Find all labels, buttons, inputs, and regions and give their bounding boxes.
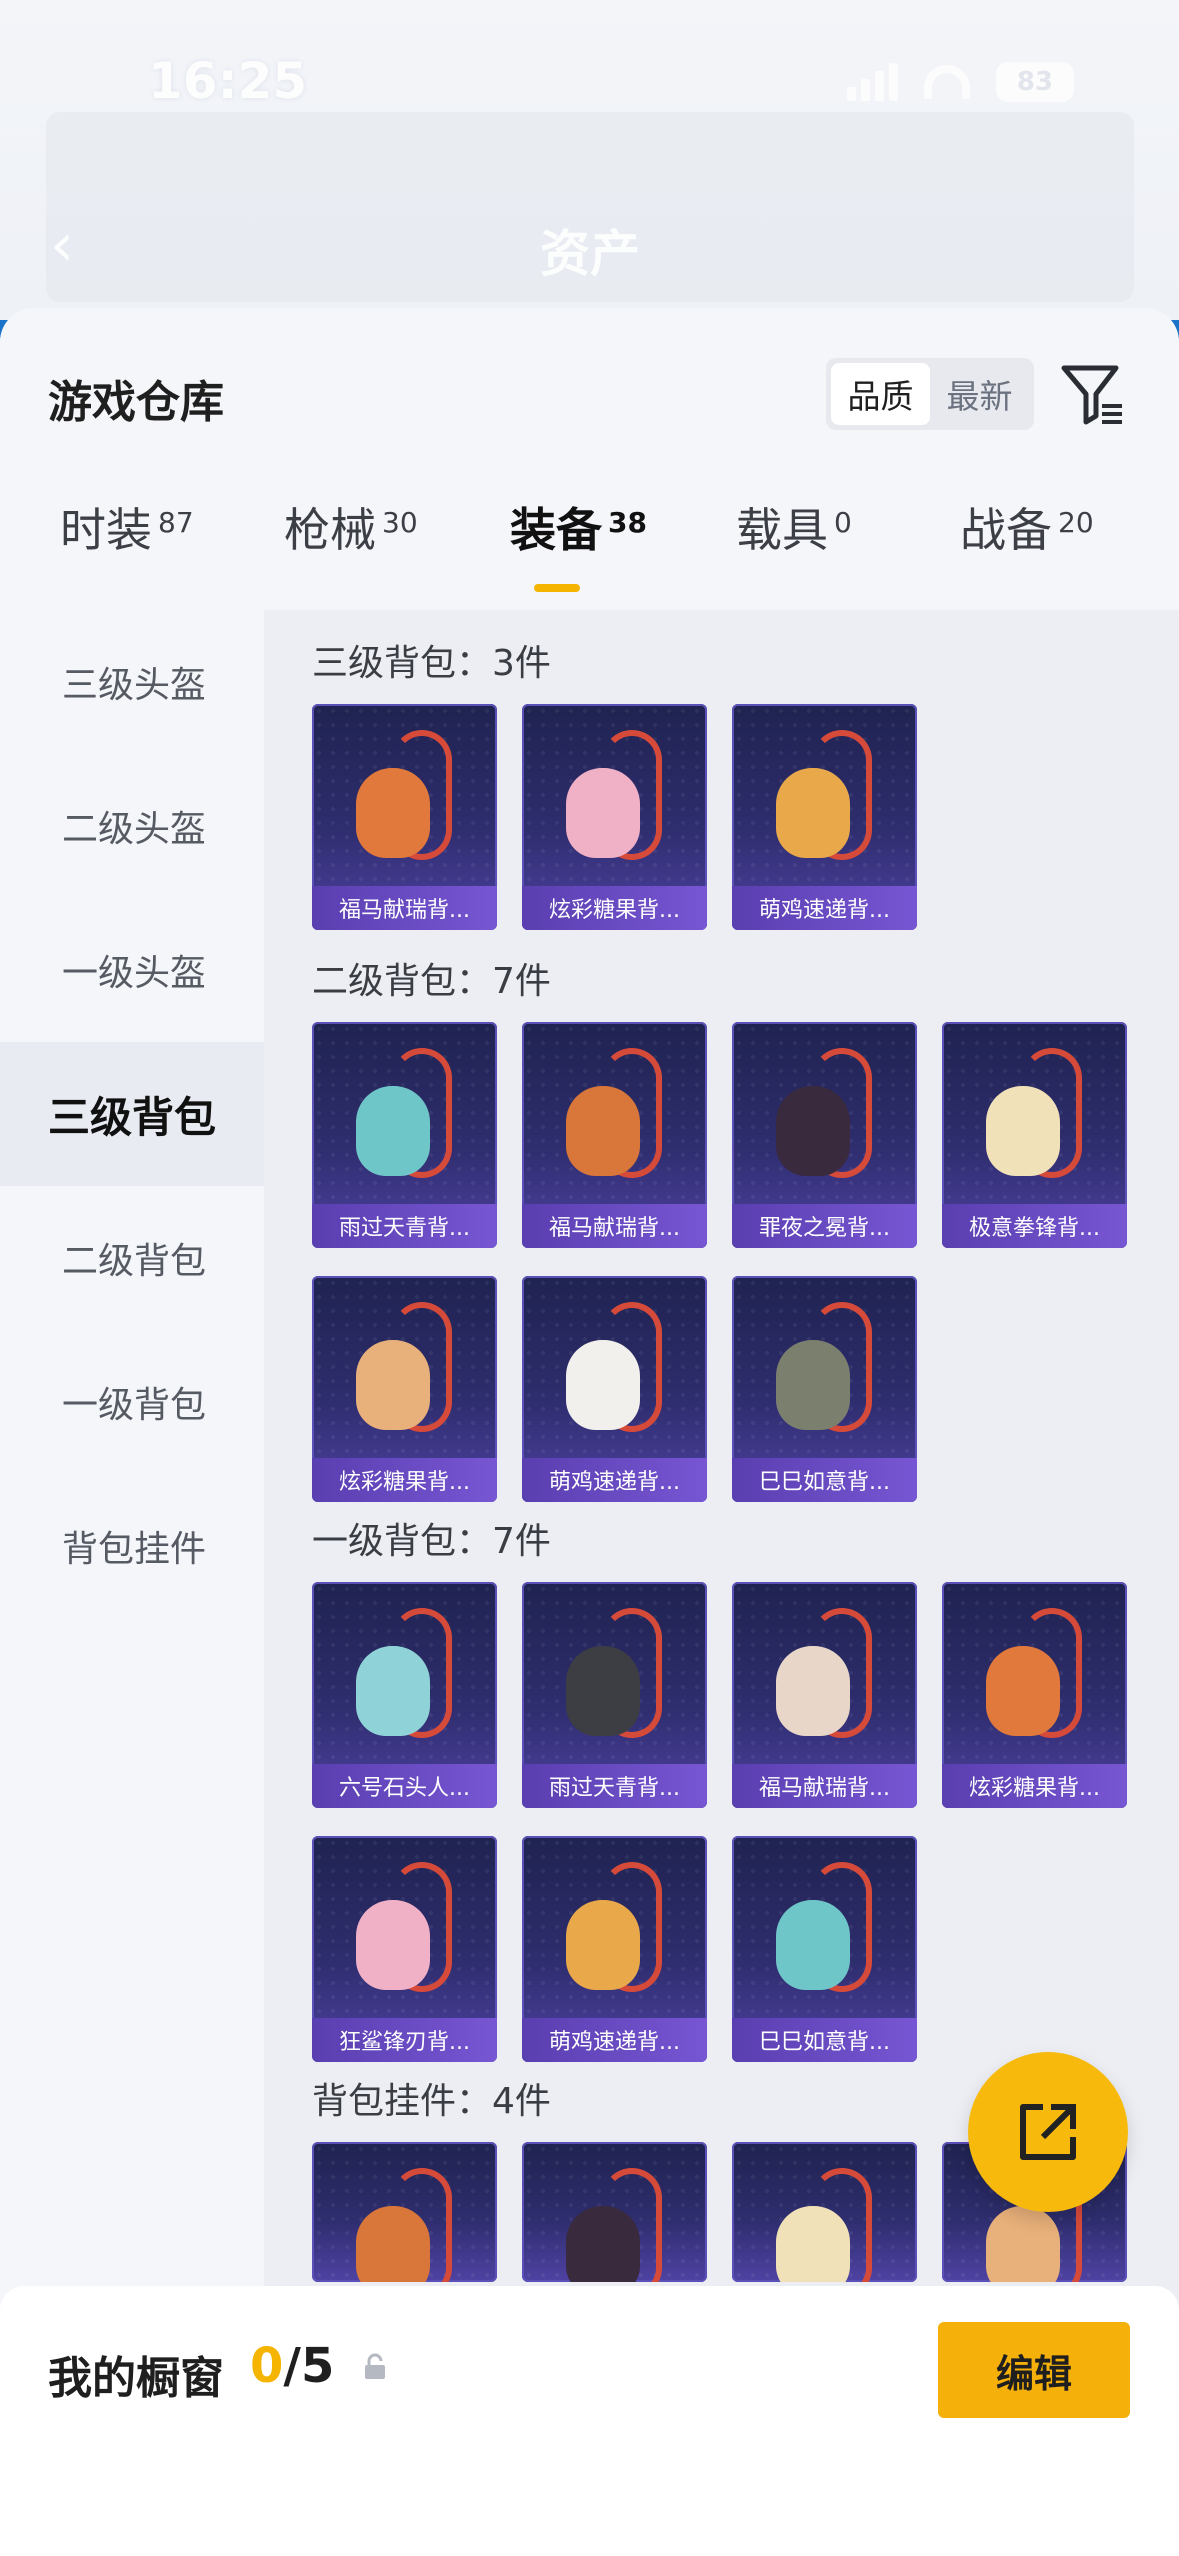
backpack-image: [566, 1900, 640, 1990]
background-title: 资产: [540, 225, 640, 283]
status-time: 16:25: [148, 52, 308, 110]
group-title: 三级背包：3件: [312, 643, 551, 684]
item-card[interactable]: [732, 2142, 917, 2282]
backpack-image: [566, 768, 640, 858]
sidebar-item-helmet-2[interactable]: 二级头盔: [0, 754, 264, 898]
item-card[interactable]: [312, 2142, 497, 2282]
item-card[interactable]: 萌鸡速递背...: [732, 704, 917, 930]
backpack-image: [776, 1900, 850, 1990]
item-card[interactable]: 萌鸡速递背...: [522, 1276, 707, 1502]
item-card[interactable]: 罪夜之冕背...: [732, 1022, 917, 1248]
item-card[interactable]: 狂鲨锋刃背...: [312, 1836, 497, 2062]
sidebar-item-backpack-1[interactable]: 一级背包: [0, 1330, 264, 1474]
showcase-count: 0/5: [250, 2338, 335, 2394]
battery-icon: 83: [996, 62, 1074, 102]
item-card[interactable]: 巳巳如意背...: [732, 1276, 917, 1502]
sidebar-item-helmet-1[interactable]: 一级头盔: [0, 898, 264, 1042]
tab-equipment[interactable]: 装备 38: [510, 494, 647, 560]
backpack-image: [986, 1646, 1060, 1736]
sidebar: 三级头盔 二级头盔 一级头盔 三级背包 二级背包 一级背包 背包挂件: [0, 610, 264, 2556]
item-card[interactable]: 炫彩糖果背...: [942, 1582, 1127, 1808]
item-grid: 三级背包：3件 福马献瑞背... 炫彩糖果背... 萌鸡速递背... 二级背包：7件 雨过…: [264, 610, 1179, 2556]
lock-icon: [365, 2353, 385, 2379]
sheet-header: 游戏仓库 品质 最新 时装 87 枪械 30 装备 38 载具 0 战备 20: [0, 308, 1179, 608]
item-card[interactable]: 福马献瑞背...: [522, 1022, 707, 1248]
item-name: 狂鲨锋刃背...: [312, 2018, 497, 2062]
item-name: 雨过天青背...: [312, 1204, 497, 1248]
item-name: 罪夜之冕背...: [732, 1204, 917, 1248]
item-name: 福马献瑞背...: [312, 886, 497, 930]
sheet-title: 游戏仓库: [48, 377, 224, 428]
tab-guns[interactable]: 枪械 30: [284, 494, 418, 560]
sort-toggle: 品质 最新: [826, 358, 1034, 430]
share-icon: [1020, 2104, 1076, 2160]
item-card[interactable]: 雨过天青背...: [522, 1582, 707, 1808]
sidebar-item-backpack-3[interactable]: 三级背包: [0, 1042, 264, 1186]
item-name: 炫彩糖果背...: [942, 1764, 1127, 1808]
backpack-image: [356, 1646, 430, 1736]
backpack-image: [776, 1340, 850, 1430]
sort-newest-button[interactable]: 最新: [930, 363, 1029, 425]
item-name: 萌鸡速递背...: [522, 1458, 707, 1502]
backpack-image: [356, 768, 430, 858]
backpack-image: [776, 1646, 850, 1736]
sidebar-item-backpack-charm[interactable]: 背包挂件: [0, 1474, 264, 1618]
backpack-image: [566, 1646, 640, 1736]
signal-icon: [847, 63, 898, 101]
backpack-image: [356, 1340, 430, 1430]
item-name: 极意拳锋背...: [942, 1204, 1127, 1248]
item-name: 萌鸡速递背...: [522, 2018, 707, 2062]
sidebar-item-helmet-3[interactable]: 三级头盔: [0, 610, 264, 754]
sort-quality-button[interactable]: 品质: [831, 363, 930, 425]
item-name: 六号石头人...: [312, 1764, 497, 1808]
item-name: 炫彩糖果背...: [522, 886, 707, 930]
item-name: 巳巳如意背...: [732, 2018, 917, 2062]
item-card[interactable]: 炫彩糖果背...: [522, 704, 707, 930]
showcase-label: 我的橱窗: [48, 2353, 224, 2404]
item-name: 巳巳如意背...: [732, 1458, 917, 1502]
item-card[interactable]: 炫彩糖果背...: [312, 1276, 497, 1502]
backpack-image: [776, 1086, 850, 1176]
backpack-image: [986, 2206, 1060, 2282]
backpack-image: [776, 2206, 850, 2282]
item-card[interactable]: 极意拳锋背...: [942, 1022, 1127, 1248]
backpack-image: [356, 2206, 430, 2282]
item-card[interactable]: [522, 2142, 707, 2282]
item-card[interactable]: 六号石头人...: [312, 1582, 497, 1808]
item-card[interactable]: 福马献瑞背...: [732, 1582, 917, 1808]
sidebar-item-backpack-2[interactable]: 二级背包: [0, 1186, 264, 1330]
category-tabs: 时装 87 枪械 30 装备 38 载具 0 战备 20: [0, 494, 1179, 604]
group-title: 二级背包：7件: [312, 961, 551, 1002]
item-name: 萌鸡速递背...: [732, 886, 917, 930]
backpack-image: [566, 2206, 640, 2282]
wifi-icon: [924, 65, 970, 99]
item-card[interactable]: 萌鸡速递背...: [522, 1836, 707, 2062]
group-title: 背包挂件：4件: [312, 2081, 551, 2122]
backpack-image: [566, 1340, 640, 1430]
tab-vehicles[interactable]: 载具 0: [736, 494, 852, 560]
item-name: 雨过天青背...: [522, 1764, 707, 1808]
backpack-image: [566, 1086, 640, 1176]
tab-fashion[interactable]: 时装 87: [60, 494, 194, 560]
item-name: 福马献瑞背...: [732, 1764, 917, 1808]
backpack-image: [356, 1900, 430, 1990]
item-card[interactable]: 福马献瑞背...: [312, 704, 497, 930]
status-icons: 83: [847, 62, 1074, 102]
warehouse-sheet: 游戏仓库 品质 最新 时装 87 枪械 30 装备 38 载具 0 战备 20 三级头盔 …: [0, 308, 1179, 2556]
back-icon[interactable]: ‹: [50, 210, 74, 280]
item-name: 炫彩糖果背...: [312, 1458, 497, 1502]
edit-button[interactable]: 编辑: [938, 2322, 1130, 2418]
item-card[interactable]: 巳巳如意背...: [732, 1836, 917, 2062]
active-tab-indicator: [534, 584, 580, 592]
item-card[interactable]: 雨过天青背...: [312, 1022, 497, 1248]
tab-supplies[interactable]: 战备 20: [960, 494, 1094, 560]
showcase-bar: 我的橱窗 0/5 编辑: [0, 2286, 1179, 2556]
filter-icon[interactable]: [1058, 360, 1128, 430]
group-title: 一级背包：7件: [312, 1521, 551, 1562]
share-button[interactable]: [968, 2052, 1128, 2212]
backpack-image: [986, 1086, 1060, 1176]
item-name: 福马献瑞背...: [522, 1204, 707, 1248]
backpack-image: [356, 1086, 430, 1176]
backpack-image: [776, 768, 850, 858]
